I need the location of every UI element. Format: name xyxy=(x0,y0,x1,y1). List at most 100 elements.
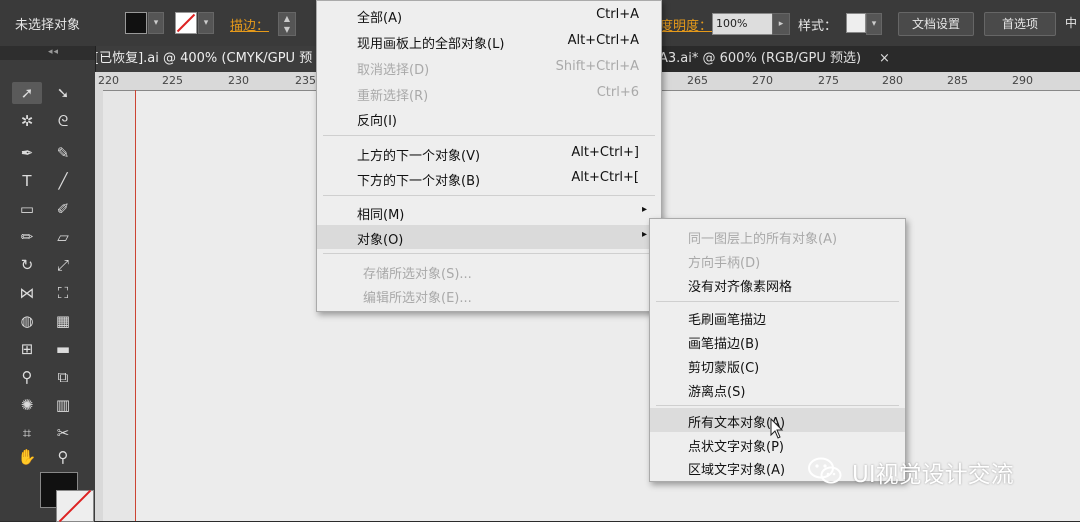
direct-selection-tool-icon[interactable]: ➘ xyxy=(48,82,78,104)
gradient-tool-icon[interactable]: ▬ xyxy=(48,338,78,360)
menu-item-label: 相同(M) xyxy=(357,208,405,223)
tab-document-2[interactable]: A3.ai* @ 600% (RGB/GPU 预选) xyxy=(653,46,867,72)
opacity-dropdown-icon[interactable]: ▸ xyxy=(772,13,790,35)
slice-tool-icon[interactable]: ✂ xyxy=(48,422,78,444)
select-menu: 全部(A) Ctrl+A 现用画板上的全部对象(L) Alt+Ctrl+A 取消… xyxy=(316,0,662,312)
preferences-button[interactable]: 首选项 xyxy=(984,12,1056,36)
mesh-tool-icon[interactable]: ⊞ xyxy=(12,338,42,360)
menu-item-object[interactable]: 对象(O) ▸ xyxy=(317,225,661,249)
menu-separator xyxy=(656,405,899,406)
fill-swatch[interactable] xyxy=(125,12,147,34)
tab-close-icon[interactable]: × xyxy=(879,46,890,72)
menu-item-inverse[interactable]: 反向(I) xyxy=(317,106,661,130)
submenu-item-label: 同一图层上的所有对象(A) xyxy=(688,232,838,247)
submenu-item-label: 剪切蒙版(C) xyxy=(688,361,760,376)
line-tool-icon[interactable]: ╱ xyxy=(48,170,78,192)
blend-tool-icon[interactable]: ⧉ xyxy=(48,366,78,388)
submenu-item-stray-points[interactable]: 游离点(S) xyxy=(650,377,905,401)
menu-item-label: 现用画板上的全部对象(L) xyxy=(357,37,505,52)
selection-tool-icon[interactable]: ➚ xyxy=(12,82,42,104)
artboard-edge-guide xyxy=(135,90,136,521)
ruler-tick: 290 xyxy=(1012,74,1033,87)
zoom-tool-icon[interactable]: ⚲ xyxy=(48,446,78,468)
magic-wand-tool-icon[interactable]: ✲ xyxy=(12,110,42,132)
menu-item-shortcut: Alt+Ctrl+[ xyxy=(571,170,639,185)
symbol-sprayer-tool-icon[interactable]: ✺ xyxy=(12,394,42,416)
menu-separator xyxy=(323,195,655,196)
tab-document-1[interactable]: [已恢复].ai @ 400% (CMYK/GPU 预 xyxy=(88,46,319,72)
menu-item-all[interactable]: 全部(A) Ctrl+A xyxy=(317,3,661,27)
submenu-arrow-icon: ▸ xyxy=(641,204,647,215)
shape-builder-tool-icon[interactable]: ◍ xyxy=(12,310,42,332)
menu-item-next-object-below[interactable]: 下方的下一个对象(B) Alt+Ctrl+[ xyxy=(317,166,661,190)
type-tool-icon[interactable]: T xyxy=(12,170,42,192)
menu-item-label: 全部(A) xyxy=(357,11,403,26)
submenu-item-clipping-masks[interactable]: 剪切蒙版(C) xyxy=(650,353,905,377)
stroke-color-icon[interactable] xyxy=(56,490,94,522)
menu-separator xyxy=(323,135,655,136)
pen-tool-icon[interactable]: ✒ xyxy=(12,142,42,164)
submenu-item-label: 画笔描边(B) xyxy=(688,337,760,352)
menu-item-label: 重新选择(R) xyxy=(357,89,429,104)
free-transform-tool-icon[interactable]: ⛶ xyxy=(48,282,78,304)
wechat-logo-icon xyxy=(808,457,842,484)
toolbox: ◂◂ ➚ ➘ ✲ ᘓ ✒ ✎ T ╱ ▭ ✐ ✏ ▱ ↻ ⤢ ⋈ ⛶ ◍ ▦ ⊞… xyxy=(0,46,96,522)
collapse-icon[interactable]: ◂◂ xyxy=(48,47,59,57)
width-tool-icon[interactable]: ⋈ xyxy=(12,282,42,304)
selection-status: 未选择对象 xyxy=(15,18,81,33)
menu-item-label: 编辑所选对象(E)... xyxy=(363,291,472,306)
opacity-input[interactable]: 100% xyxy=(712,13,773,35)
menu-item-shortcut: Alt+Ctrl+] xyxy=(571,145,639,160)
ruler-tick: 270 xyxy=(752,74,773,87)
menu-item-deselect[interactable]: 取消选择(D) Shift+Ctrl+A xyxy=(317,55,661,79)
column-graph-tool-icon[interactable]: ▥ xyxy=(48,394,78,416)
submenu-item-label: 没有对齐像素网格 xyxy=(688,280,793,295)
object-submenu: 同一图层上的所有对象(A) 方向手柄(D) 没有对齐像素网格 毛刷画笔描边 画笔… xyxy=(649,218,906,482)
menu-item-label: 取消选择(D) xyxy=(357,63,430,78)
toolbox-header[interactable]: ◂◂ xyxy=(0,46,95,60)
stroke-swatch[interactable] xyxy=(175,12,197,34)
artboard-tool-icon[interactable]: ⌗ xyxy=(12,422,42,444)
style-dropdown-icon[interactable]: ▾ xyxy=(866,13,882,35)
menu-item-same[interactable]: 相同(M) ▸ xyxy=(317,200,661,224)
submenu-item-bristle-brush-strokes[interactable]: 毛刷画笔描边 xyxy=(650,305,905,329)
submenu-item-all-on-same-layer[interactable]: 同一图层上的所有对象(A) xyxy=(650,224,905,248)
document-setup-button[interactable]: 文档设置 xyxy=(898,12,974,36)
perspective-grid-tool-icon[interactable]: ▦ xyxy=(48,310,78,332)
submenu-item-label: 区域文字对象(A) xyxy=(688,463,786,478)
menu-item-edit-selection[interactable]: 编辑所选对象(E)... xyxy=(317,283,661,307)
submenu-item-not-aligned-to-pixel-grid[interactable]: 没有对齐像素网格 xyxy=(650,272,905,296)
submenu-item-direction-handles[interactable]: 方向手柄(D) xyxy=(650,248,905,272)
menu-item-save-selection[interactable]: 存储所选对象(S)... xyxy=(317,259,661,283)
paintbrush-tool-icon[interactable]: ✐ xyxy=(48,198,78,220)
extra-button[interactable]: 中 xyxy=(1062,12,1080,34)
lasso-tool-icon[interactable]: ᘓ xyxy=(48,110,78,132)
menu-item-all-on-artboard[interactable]: 现用画板上的全部对象(L) Alt+Ctrl+A xyxy=(317,29,661,53)
menu-item-shortcut: Alt+Ctrl+A xyxy=(567,33,639,48)
stroke-dropdown-icon[interactable]: ▾ xyxy=(198,12,214,34)
menu-item-shortcut: Ctrl+A xyxy=(596,7,639,22)
menu-item-shortcut: Ctrl+6 xyxy=(596,85,639,100)
menu-item-label: 存储所选对象(S)... xyxy=(363,267,472,282)
rotate-tool-icon[interactable]: ↻ xyxy=(12,254,42,276)
scale-tool-icon[interactable]: ⤢ xyxy=(48,254,78,276)
submenu-item-brush-strokes[interactable]: 画笔描边(B) xyxy=(650,329,905,353)
stroke-weight-stepper[interactable]: ▲ ▼ xyxy=(278,12,296,36)
style-swatch[interactable] xyxy=(846,13,866,33)
rectangle-tool-icon[interactable]: ▭ xyxy=(12,198,42,220)
eraser-tool-icon[interactable]: ▱ xyxy=(48,226,78,248)
hand-tool-icon[interactable]: ✋ xyxy=(12,446,42,468)
submenu-arrow-icon: ▸ xyxy=(641,229,647,240)
opacity-label[interactable]: 度明度： xyxy=(660,15,712,34)
ruler-tick: 280 xyxy=(882,74,903,87)
stroke-label[interactable]: 描边： xyxy=(230,15,269,34)
style-label: 样式： xyxy=(798,19,838,34)
pencil-tool-icon[interactable]: ✏ xyxy=(12,226,42,248)
fill-dropdown-icon[interactable]: ▾ xyxy=(148,12,164,34)
menu-item-label: 下方的下一个对象(B) xyxy=(357,174,481,189)
eyedropper-tool-icon[interactable]: ⚲ xyxy=(12,366,42,388)
ruler-tick: 225 xyxy=(162,74,183,87)
menu-item-next-object-above[interactable]: 上方的下一个对象(V) Alt+Ctrl+] xyxy=(317,141,661,165)
curvature-tool-icon[interactable]: ✎ xyxy=(48,142,78,164)
menu-item-reselect[interactable]: 重新选择(R) Ctrl+6 xyxy=(317,81,661,105)
